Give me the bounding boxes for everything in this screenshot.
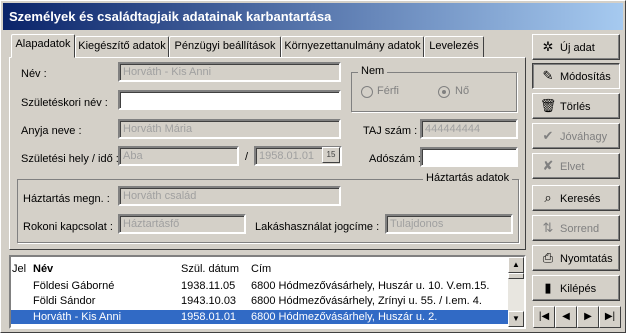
kereses-button[interactable]: ⌕ Keresés	[532, 185, 620, 211]
printer-icon: ⎙	[542, 250, 554, 265]
main-window: Személyek és családtagjaik adatainak kar…	[0, 0, 626, 333]
date-separator: /	[245, 151, 249, 163]
first-record-button[interactable]: |◀	[533, 306, 555, 328]
previous-record-button[interactable]: ◀	[555, 306, 577, 328]
lakashasznalat-label: Lakáshasználat jogcíme :	[255, 221, 380, 233]
edit-icon: ✎	[542, 68, 554, 83]
persons-grid[interactable]: Jel Név Szül. dátum Cím Földesi Gáborné …	[9, 255, 526, 329]
table-row-selected[interactable]: Horváth - Kis Anni 1958.01.01 6800 Hódme…	[11, 310, 508, 324]
anyja-neve-label: Anyja neve :	[21, 125, 82, 137]
rokoni-kapcsolat-field[interactable]: Háztartásfő	[118, 214, 246, 234]
modositas-button[interactable]: ✎ Módosítás	[532, 63, 620, 89]
no-label: Nő	[455, 85, 470, 97]
uj-adat-button[interactable]: ✲ Új adat	[532, 34, 620, 60]
haztartas-group-title: Háztartás adatok	[423, 172, 513, 184]
exit-door-icon: ▮	[544, 280, 552, 295]
header-cim[interactable]: Cím	[251, 262, 271, 276]
search-icon: ⌕	[544, 190, 552, 205]
sorrend-button[interactable]: ⇅ Sorrend	[532, 215, 620, 241]
ferfi-radio[interactable]	[361, 86, 373, 98]
header-nev[interactable]: Név	[33, 262, 53, 276]
tab-penzugyi[interactable]: Pénzügyi beállítások	[169, 36, 281, 57]
haztartas-megn-label: Háztartás megn. :	[23, 193, 110, 205]
scroll-thumb[interactable]	[508, 273, 524, 279]
jovahagy-button[interactable]: ✔ Jóváhagy	[532, 123, 620, 149]
grid-vertical-scrollbar[interactable]: ▲ ▼	[508, 257, 524, 327]
header-szul-datum[interactable]: Szül. dátum	[181, 262, 239, 276]
adoszam-field[interactable]	[420, 147, 518, 167]
cancel-icon: ✘	[542, 158, 554, 173]
last-record-button[interactable]: ▶|	[599, 306, 621, 328]
tab-kornyezettanulmany[interactable]: Környezettanulmány adatok	[281, 36, 424, 57]
nev-label: Név :	[21, 68, 47, 80]
elvet-button[interactable]: ✘ Elvet	[532, 153, 620, 179]
grid-header: Jel Név Szül. dátum Cím	[11, 262, 508, 276]
check-icon: ✔	[542, 128, 554, 143]
nem-group	[351, 72, 517, 112]
rokoni-kapcsolat-label: Rokoni kapcsolat :	[23, 221, 113, 233]
nyomtatas-button[interactable]: ⎙ Nyomtatás	[532, 245, 620, 271]
table-row[interactable]: Földesi Gáborné 1938.11.05 6800 Hódmezőv…	[11, 279, 508, 293]
taj-label: TAJ szám :	[363, 125, 418, 137]
ferfi-label: Férfi	[377, 85, 399, 97]
adoszam-label: Adószám :	[369, 153, 421, 165]
table-row[interactable]: Földi Sándor 1943.10.03 6800 Hódmezővásá…	[11, 294, 508, 308]
szuletesi-hely-field[interactable]: Aba	[118, 146, 239, 166]
window-title: Személyek és családtagjaik adatainak kar…	[3, 3, 623, 30]
tab-alapadatok[interactable]: Alapadatok	[11, 34, 75, 58]
tab-levelezes[interactable]: Levelezés	[424, 36, 484, 57]
torles-button[interactable]: 🗑 Törlés	[532, 93, 620, 119]
new-item-icon: ✲	[542, 39, 554, 54]
kilepes-button[interactable]: ▮ Kilépés	[532, 275, 620, 301]
next-record-button[interactable]: ▶	[577, 306, 599, 328]
header-jel[interactable]: Jel	[12, 262, 26, 276]
taj-field[interactable]: 444444444	[420, 119, 518, 139]
lakashasznalat-field[interactable]: Tulajdonos	[385, 214, 513, 234]
szuletesi-hely-ido-label: Születési hely / idő :	[21, 153, 119, 165]
scroll-up-icon[interactable]: ▲	[508, 257, 524, 273]
szuleteskori-nev-field[interactable]	[118, 90, 341, 110]
no-radio[interactable]	[438, 86, 450, 98]
nem-group-title: Nem	[358, 65, 388, 77]
szuleteskori-nev-label: Születéskori név :	[21, 97, 108, 109]
nev-field[interactable]: Horváth - Kis Anni	[118, 62, 341, 82]
haztartas-megn-field[interactable]: Horváth család	[118, 186, 341, 206]
scroll-down-icon[interactable]: ▼	[508, 311, 524, 327]
sort-icon: ⇅	[542, 220, 554, 235]
anyja-neve-field[interactable]: Horváth Mária	[118, 119, 341, 139]
tab-kiegeszito[interactable]: Kiegészítő adatok	[75, 36, 169, 57]
calendar-icon[interactable]: 15	[322, 147, 340, 163]
trash-icon: 🗑	[539, 98, 557, 113]
